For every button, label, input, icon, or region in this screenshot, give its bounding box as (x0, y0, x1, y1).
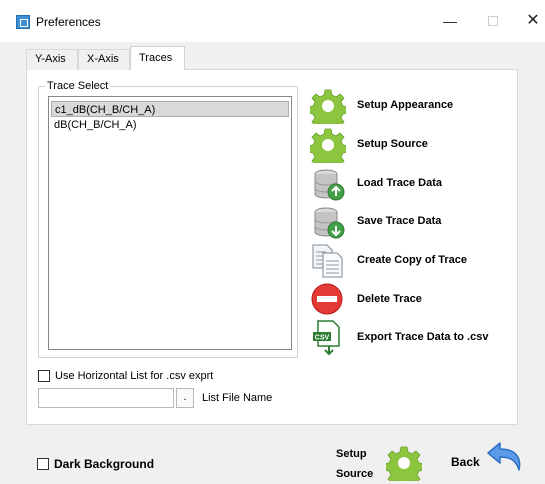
maximize-button[interactable] (488, 16, 498, 26)
export-trace-data-csv-button[interactable]: CSV Export Trace Data to .csv (310, 320, 520, 356)
setup-source-button[interactable]: Setup Source (310, 127, 520, 163)
export-trace-data-csv-label: Export Trace Data to .csv (357, 331, 489, 343)
svg-text:CSV: CSV (315, 335, 330, 342)
horizontal-list-option[interactable]: Use Horizontal List for .csv exprt (38, 370, 213, 382)
database-load-icon (314, 169, 345, 201)
minimize-button[interactable]: — (440, 11, 460, 31)
tab-y-axis[interactable]: Y-Axis (26, 49, 78, 70)
database-save-icon (314, 207, 345, 239)
tab-x-axis[interactable]: X-Axis (78, 49, 130, 70)
csv-export-icon: CSV (313, 320, 340, 356)
dark-background-checkbox[interactable] (37, 458, 49, 470)
setup-source-gear-button[interactable] (386, 445, 422, 481)
setup-appearance-label: Setup Appearance (357, 99, 454, 111)
setup-appearance-button[interactable]: Setup Appearance (310, 88, 520, 124)
setup-source-line-2: Source (336, 468, 374, 480)
save-trace-data-button[interactable]: Save Trace Data (310, 204, 520, 240)
dark-background-option[interactable]: Dark Background (37, 457, 154, 471)
window-title: Preferences (36, 15, 101, 29)
setup-source-label: Setup Source (357, 138, 428, 150)
create-copy-of-trace-label: Create Copy of Trace (357, 254, 468, 266)
trace-list-item[interactable]: c1_dB(CH_B/CH_A) (51, 101, 289, 117)
create-copy-of-trace-button[interactable]: Create Copy of Trace (310, 243, 520, 279)
save-trace-data-label: Save Trace Data (357, 215, 442, 227)
list-file-name-input[interactable] (38, 388, 174, 408)
gear-icon (310, 89, 346, 124)
horizontal-list-label: Use Horizontal List for .csv exprt (55, 370, 214, 382)
browse-button[interactable]: . (176, 388, 194, 408)
bottom-setup-source-label: Setup Source (336, 444, 376, 484)
app-icon (16, 15, 30, 29)
horizontal-list-checkbox[interactable] (38, 370, 50, 382)
dark-background-label: Dark Background (54, 457, 155, 471)
delete-icon (311, 283, 343, 315)
copy-document-icon (312, 244, 343, 278)
title-bar: Preferences — ✕ (0, 0, 545, 42)
gear-icon (310, 128, 346, 163)
load-trace-data-button[interactable]: Load Trace Data (310, 166, 520, 202)
setup-source-line-1: Setup (336, 448, 367, 460)
list-file-name-label: List File Name (202, 392, 273, 404)
delete-trace-button[interactable]: Delete Trace (310, 282, 520, 318)
trace-list-item[interactable]: dB(CH_B/CH_A) (51, 117, 289, 133)
close-button[interactable]: ✕ (523, 11, 543, 31)
delete-trace-label: Delete Trace (357, 293, 422, 305)
back-arrow-icon[interactable] (486, 440, 526, 476)
load-trace-data-label: Load Trace Data (357, 177, 442, 189)
tab-traces[interactable]: Traces (130, 46, 185, 70)
back-label: Back (451, 455, 480, 469)
trace-select-title: Trace Select (45, 80, 111, 92)
trace-list[interactable]: c1_dB(CH_B/CH_A) dB(CH_B/CH_A) (48, 96, 292, 350)
